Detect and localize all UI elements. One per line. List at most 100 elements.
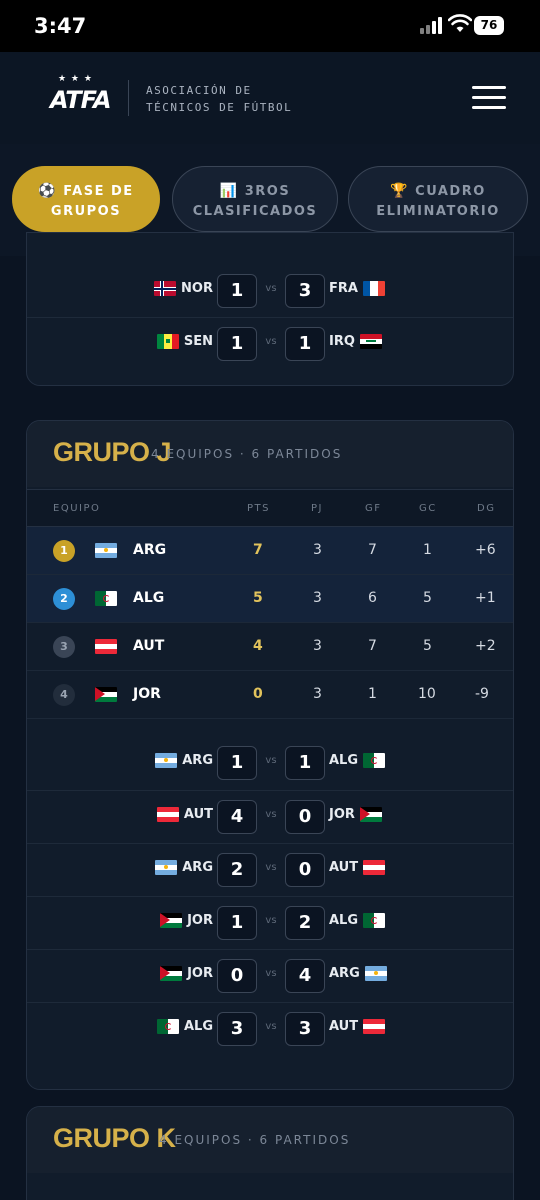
tab-label: FASE DE	[63, 184, 134, 199]
away-team-code: AUT	[329, 1019, 359, 1034]
col-dg: DG	[477, 503, 496, 514]
hamburger-menu-icon[interactable]	[472, 86, 506, 110]
tab-label: CUADRO	[415, 184, 486, 199]
played: 3	[313, 542, 322, 558]
played: 3	[313, 638, 322, 654]
goals-for: 7	[368, 542, 377, 558]
flag-icon	[359, 807, 382, 822]
home-team-code: AUT	[183, 807, 213, 822]
away-team-code: IRQ	[329, 334, 355, 349]
logo-wordmark: ATFA	[50, 86, 112, 114]
group-title: GRUPO K	[53, 1123, 176, 1153]
away-score: 3	[285, 1012, 325, 1046]
home-team: ALG	[156, 1019, 213, 1034]
away-score: 4	[285, 959, 325, 993]
home-team-code: ARG	[182, 753, 213, 768]
vs-label: vs	[265, 1021, 277, 1032]
flag-icon	[362, 281, 385, 296]
match-row[interactable]: SEN 1 vs 1 IRQ	[27, 317, 513, 369]
away-team: ALG	[329, 753, 386, 768]
group-card-j: GRUPO J 4 EQUIPOS · 6 PARTIDOS EQUIPO PT…	[26, 420, 514, 1090]
battery-icon: 76	[474, 16, 504, 35]
home-score: 4	[217, 800, 257, 834]
group-card-previous: NOR 1 vs 3 FRA SEN 1 vs 1 IRQ	[26, 232, 514, 386]
flag-icon	[364, 966, 387, 981]
home-score: 1	[217, 906, 257, 940]
flag-icon	[363, 860, 386, 875]
points: 0	[253, 686, 263, 702]
away-team: JOR	[329, 807, 382, 822]
wifi-icon	[448, 14, 472, 32]
flag-icon	[363, 1019, 386, 1034]
tab-fase-de-grupos[interactable]: ⚽ FASE DE GRUPOS	[12, 166, 160, 232]
home-team-code: ARG	[182, 860, 213, 875]
tab-cuadro-eliminatorio[interactable]: 🏆 CUADRO ELIMINATORIO	[348, 166, 528, 232]
standings-row[interactable]: 2 ALG 5 3 6 5 +1	[27, 575, 513, 623]
away-team: ALG	[329, 913, 386, 928]
home-score: 1	[217, 746, 257, 780]
goal-difference: -9	[475, 686, 489, 702]
flag-icon	[95, 591, 117, 606]
flag-icon	[156, 334, 179, 349]
org-name: ASOCIACIÓN DE TÉCNICOS DE FÚTBOL	[146, 82, 292, 116]
flag-icon	[156, 807, 179, 822]
flag-icon	[154, 281, 177, 296]
org-name-line2: TÉCNICOS DE FÚTBOL	[146, 101, 293, 114]
group-card-k: GRUPO K 4 EQUIPOS · 6 PARTIDOS	[26, 1106, 514, 1200]
points: 5	[253, 590, 263, 606]
goal-difference: +1	[475, 590, 496, 606]
goal-difference: +6	[475, 542, 496, 558]
home-team: JOR	[160, 913, 213, 928]
position-badge: 1	[53, 540, 75, 562]
match-row[interactable]: NOR 1 vs 3 FRA	[27, 265, 513, 317]
vs-label: vs	[265, 755, 277, 766]
home-score: 1	[217, 274, 257, 308]
match-row[interactable]: ALG 3 vs 3 AUT	[27, 1002, 513, 1054]
goals-for: 1	[368, 686, 377, 702]
match-row[interactable]: JOR 0 vs 4 ARG	[27, 949, 513, 1001]
vs-label: vs	[265, 862, 277, 873]
match-row[interactable]: AUT 4 vs 0 JOR	[27, 790, 513, 842]
tab-label: CLASIFICADOS	[192, 204, 318, 219]
position-badge: 3	[53, 636, 75, 658]
home-team: SEN	[156, 334, 213, 349]
match-row[interactable]: ARG 1 vs 1 ALG	[27, 737, 513, 789]
goals-against: 1	[423, 542, 432, 558]
flag-icon	[95, 543, 117, 558]
home-team: NOR	[154, 281, 213, 296]
away-team-code: AUT	[329, 860, 359, 875]
flag-icon	[95, 639, 117, 654]
goals-for: 7	[368, 638, 377, 654]
standings-row[interactable]: 1 ARG 7 3 7 1 +6	[27, 527, 513, 575]
atfa-logo[interactable]: ★ ★ ★ ATFA	[50, 74, 112, 122]
tab-label: ELIMINATORIO	[376, 204, 500, 219]
away-team-code: JOR	[329, 807, 355, 822]
standings-row[interactable]: 4 JOR 0 3 1 10 -9	[27, 671, 513, 719]
goals-against: 10	[418, 686, 436, 702]
home-team: ARG	[155, 860, 213, 875]
away-team-code: ALG	[329, 753, 359, 768]
match-row[interactable]: JOR 1 vs 2 ALG	[27, 896, 513, 948]
vs-label: vs	[265, 915, 277, 926]
vs-label: vs	[265, 968, 277, 979]
position-badge: 4	[53, 684, 75, 706]
away-score: 2	[285, 906, 325, 940]
home-score: 0	[217, 959, 257, 993]
flag-icon	[359, 334, 382, 349]
away-score: 0	[285, 853, 325, 887]
vs-label: vs	[265, 809, 277, 820]
team-code: AUT	[133, 638, 165, 654]
goals-against: 5	[423, 590, 432, 606]
position-badge: 2	[53, 588, 75, 610]
match-row[interactable]: ARG 2 vs 0 AUT	[27, 843, 513, 895]
soccer-ball-icon: ⚽	[38, 183, 58, 199]
home-score: 3	[217, 1012, 257, 1046]
tab-3ros-clasificados[interactable]: 📊 3ROS CLASIFICADOS	[172, 166, 338, 232]
away-score: 0	[285, 800, 325, 834]
home-team-code: JOR	[187, 966, 213, 981]
standings-row[interactable]: 3 AUT 4 3 7 5 +2	[27, 623, 513, 671]
home-team-code: NOR	[181, 281, 213, 296]
header-divider	[128, 80, 129, 116]
team-code: JOR	[133, 686, 161, 702]
flag-icon	[363, 913, 386, 928]
